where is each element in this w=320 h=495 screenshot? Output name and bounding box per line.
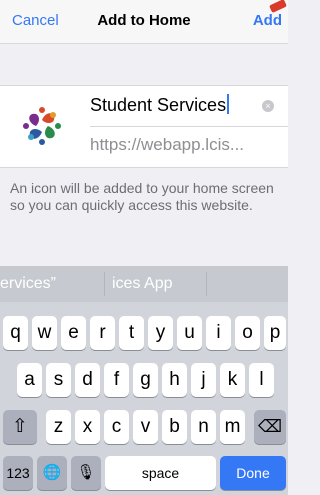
add-button[interactable]: Add bbox=[253, 12, 282, 29]
shift-key[interactable]: ⇧ bbox=[3, 410, 37, 444]
numbers-key[interactable]: 123 bbox=[3, 456, 33, 490]
key-v[interactable]: v bbox=[133, 410, 158, 444]
url-field: https://webapp.lcis... bbox=[90, 135, 245, 154]
app-icon bbox=[23, 107, 61, 145]
key-d[interactable]: d bbox=[75, 363, 100, 397]
key-i[interactable]: i bbox=[206, 316, 231, 350]
text-caret bbox=[227, 94, 230, 114]
key-w[interactable]: w bbox=[32, 316, 57, 350]
suggestion-1[interactable]: ervices” bbox=[0, 275, 56, 293]
key-a[interactable]: a bbox=[17, 363, 42, 397]
navigation-bar: Cancel Add to Home Add bbox=[0, 0, 288, 44]
key-n[interactable]: n bbox=[191, 410, 216, 444]
name-field[interactable]: Student Services × bbox=[90, 86, 288, 127]
key-l[interactable]: l bbox=[249, 363, 274, 397]
key-h[interactable]: h bbox=[162, 363, 187, 397]
key-c[interactable]: c bbox=[104, 410, 129, 444]
key-y[interactable]: y bbox=[148, 316, 173, 350]
key-m[interactable]: m bbox=[220, 410, 245, 444]
suggestion-2[interactable]: ices App bbox=[112, 275, 172, 293]
key-p[interactable]: p bbox=[264, 316, 286, 350]
backspace-key[interactable]: ⌫ bbox=[254, 410, 286, 444]
done-key[interactable]: Done bbox=[220, 456, 286, 490]
key-k[interactable]: k bbox=[220, 363, 245, 397]
key-o[interactable]: o bbox=[235, 316, 260, 350]
microphone-key[interactable]: 🎙 bbox=[71, 456, 101, 490]
suggestion-divider bbox=[104, 272, 105, 296]
info-text: An icon will be added to your home scree… bbox=[10, 180, 274, 213]
key-r[interactable]: r bbox=[90, 316, 115, 350]
suggestion-divider bbox=[206, 272, 207, 296]
name-value-text: Student Services bbox=[90, 95, 227, 115]
key-g[interactable]: g bbox=[133, 363, 158, 397]
key-x[interactable]: x bbox=[75, 410, 100, 444]
key-s[interactable]: s bbox=[46, 363, 71, 397]
key-e[interactable]: e bbox=[61, 316, 86, 350]
key-q[interactable]: q bbox=[3, 316, 28, 350]
globe-key[interactable]: 🌐 bbox=[37, 456, 67, 490]
page-title: Add to Home bbox=[97, 12, 191, 29]
key-b[interactable]: b bbox=[162, 410, 187, 444]
key-u[interactable]: u bbox=[177, 316, 202, 350]
key-z[interactable]: z bbox=[46, 410, 71, 444]
clear-icon[interactable]: × bbox=[262, 100, 274, 112]
key-f[interactable]: f bbox=[104, 363, 129, 397]
name-input[interactable]: Student Services bbox=[90, 94, 230, 116]
key-t[interactable]: t bbox=[119, 316, 144, 350]
key-j[interactable]: j bbox=[191, 363, 216, 397]
add-to-home-card: Student Services × https://webapp.lcis..… bbox=[0, 85, 288, 168]
space-key[interactable]: space bbox=[105, 456, 216, 490]
